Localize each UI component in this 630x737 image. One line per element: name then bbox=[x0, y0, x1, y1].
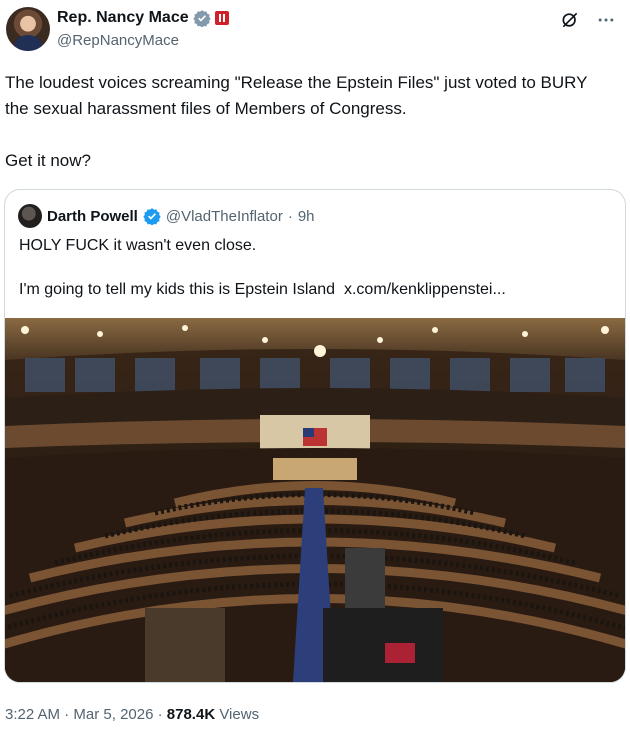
meta-separator: · bbox=[157, 706, 163, 723]
author-name[interactable]: Rep. Nancy Mace bbox=[57, 9, 189, 27]
quoted-post-image[interactable] bbox=[5, 318, 625, 682]
quoted-post-body: HOLY FUCK it wasn't even close. I'm goin… bbox=[19, 235, 506, 301]
quoted-line-text: I'm going to tell my kids this is Epstei… bbox=[19, 281, 336, 298]
post-date[interactable]: Mar 5, 2026 bbox=[73, 706, 153, 723]
grok-icon[interactable] bbox=[560, 10, 580, 30]
post-body: The loudest voices screaming "Release th… bbox=[5, 70, 615, 174]
quoted-post-age: 9h bbox=[297, 207, 315, 225]
author-avatar[interactable] bbox=[6, 7, 50, 51]
post-header: Rep. Nancy Mace @RepNancyMace bbox=[0, 0, 630, 64]
quoted-author-handle: @VladTheInflator bbox=[165, 207, 283, 225]
author-name-row: Rep. Nancy Mace bbox=[57, 9, 229, 27]
quoted-link[interactable]: x.com/kenklippenstei... bbox=[344, 281, 506, 298]
quoted-post-card[interactable]: Darth Powell @VladTheInflator · 9h HOLY … bbox=[4, 189, 626, 683]
post-paragraph: Get it now? bbox=[5, 151, 91, 170]
quoted-post-header: Darth Powell @VladTheInflator · 9h bbox=[18, 204, 315, 228]
house-flag-icon bbox=[214, 11, 229, 25]
verified-badge-icon bbox=[192, 10, 211, 27]
meta-separator: · bbox=[287, 207, 293, 225]
quoted-line: HOLY FUCK it wasn't even close. bbox=[19, 237, 257, 254]
meta-separator: · bbox=[64, 706, 70, 723]
post-paragraph: The loudest voices screaming "Release th… bbox=[5, 73, 588, 118]
more-icon[interactable] bbox=[596, 10, 616, 30]
header-actions bbox=[560, 10, 616, 30]
views-label: Views bbox=[219, 706, 260, 723]
quoted-line: I'm going to tell my kids this is Epstei… bbox=[19, 279, 506, 301]
post-meta: 3:22 AM · Mar 5, 2026 · 878.4K Views bbox=[5, 706, 259, 723]
verified-badge-icon bbox=[143, 208, 161, 225]
house-chamber-image bbox=[5, 318, 625, 682]
post-time[interactable]: 3:22 AM bbox=[5, 706, 60, 723]
quoted-author-avatar bbox=[18, 204, 42, 228]
author-handle[interactable]: @RepNancyMace bbox=[57, 32, 179, 49]
quoted-author-name: Darth Powell bbox=[47, 207, 138, 225]
views-count[interactable]: 878.4K bbox=[167, 706, 215, 723]
